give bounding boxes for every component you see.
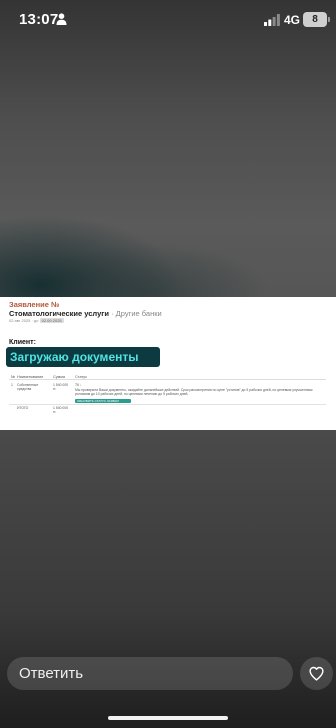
service-line: Стоматологические услуги · Другие банки	[9, 309, 162, 318]
table-divider	[9, 404, 326, 405]
date-line: 02 авг 2025 · до 02.09.2025	[9, 318, 64, 323]
row-num: 1	[11, 383, 13, 387]
like-button[interactable]	[300, 657, 333, 690]
table-header-amount: Сумма	[53, 375, 65, 379]
application-title: Заявление №	[9, 300, 60, 309]
battery-tip	[328, 17, 330, 22]
total-label: ИТОГО	[17, 406, 29, 410]
network-label: 4G	[284, 13, 301, 27]
client-label: Клиент:	[9, 339, 36, 346]
table-row: 1 Собственные средства 1 540 000 тг. ТК …	[9, 383, 326, 403]
date-chip: 02.09.2025	[39, 318, 64, 323]
date-text: 02 авг 2025 · до	[9, 318, 39, 323]
reply-input[interactable]: Ответить	[7, 657, 293, 690]
table-header: № Наименование Сумма Статус	[9, 375, 326, 380]
table-header-num: №	[11, 375, 16, 379]
row-status-title: ТК ↓	[75, 383, 82, 387]
row-amount: 1 540 000 тг.	[53, 383, 69, 391]
blurred-background-top	[0, 0, 336, 297]
table-header-name: Наименование	[17, 375, 44, 379]
person-icon	[56, 13, 67, 25]
bank-name: · Другие банки	[111, 309, 162, 318]
home-indicator	[108, 716, 228, 720]
heart-icon	[309, 666, 324, 681]
table-header-status: Статус	[75, 375, 88, 379]
update-status-button[interactable]: ОБНОВИТЬ СТАТУС ЗАЯВКИ	[75, 399, 131, 403]
signal-icon	[264, 14, 280, 26]
row-name: Собственные средства	[17, 383, 39, 391]
total-amount: 1 540 000 тг.	[53, 406, 69, 414]
status-time: 13:07	[19, 11, 59, 28]
table-row: ИТОГО 1 540 000 тг.	[9, 406, 326, 418]
row-status-text: Мы проверили Ваши документы, ожидайте да…	[75, 388, 313, 396]
status-bar: 13:07 4G 8	[0, 0, 336, 40]
document-screenshot: Заявление № Стоматологические услуги · Д…	[0, 297, 336, 430]
battery-indicator: 8	[303, 12, 327, 27]
service-name: Стоматологические услуги	[9, 309, 109, 318]
overlay-caption: Загружаю документы	[6, 347, 160, 367]
